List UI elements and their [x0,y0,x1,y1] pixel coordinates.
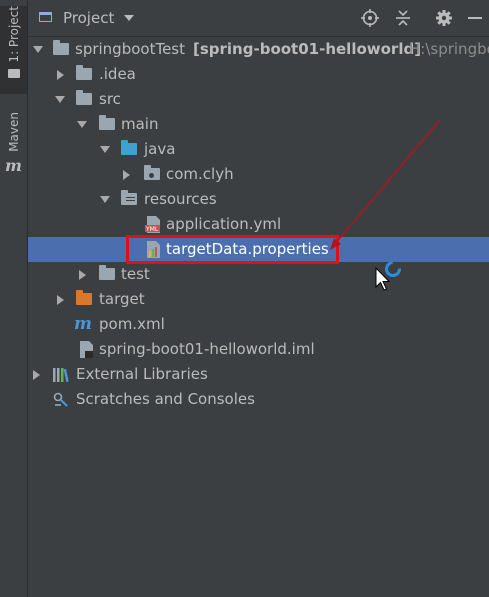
busy-indicator-icon [385,261,401,277]
annotation-overlay [330,119,441,291]
annotation-arrow [330,119,441,250]
